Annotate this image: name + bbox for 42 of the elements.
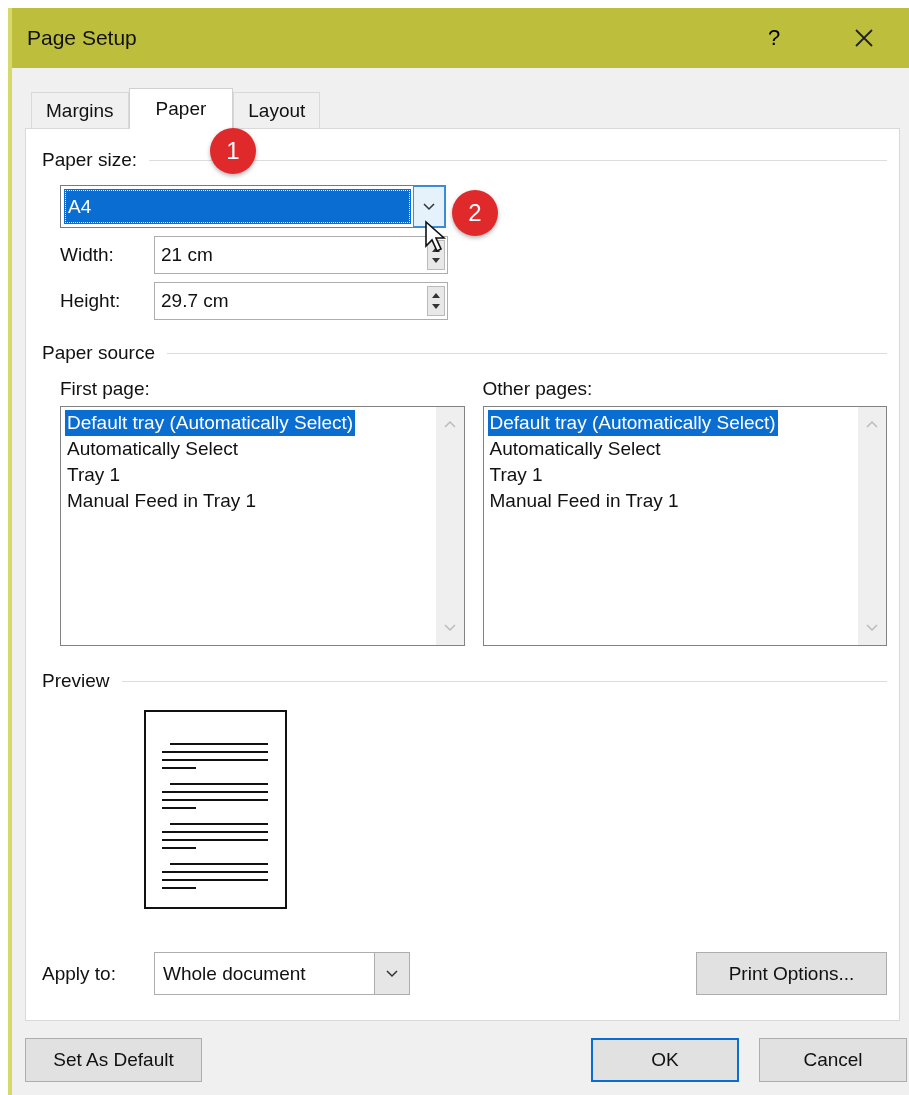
group-label: Paper source [42,342,155,364]
list-label: Other pages: [482,378,594,400]
dialog-button[interactable]: Cancel [759,1038,907,1082]
spin-field[interactable]: 29.7 cm [154,282,448,320]
list-item[interactable]: Manual Feed in Tray 1 [487,488,681,514]
group-label: Paper size: [42,149,138,171]
paper-size-dropdown[interactable]: A4 [60,185,446,228]
list-label: First page: [60,378,151,400]
chevron-down-icon [865,623,879,633]
list-box[interactable]: Default tray (Automatically Select) Automatically Select Tray 1 Manual Feed in Tray 1 [482,406,887,646]
tab[interactable]: Margins [31,92,129,128]
help-button[interactable]: ? [729,8,819,68]
tab[interactable]: Paper [128,88,234,129]
mouse-pointer-icon [424,220,448,254]
dialog-button[interactable]: OK [591,1038,739,1082]
list-item[interactable]: Default tray (Automatically Select) [65,410,356,436]
field-label: Apply to: [42,962,117,985]
close-icon [854,28,874,48]
apply-to-dropdown[interactable]: Whole document [154,952,410,995]
list-item[interactable]: Automatically Select [65,436,241,462]
spin-field[interactable]: 21 cm [154,236,448,274]
chevron-down-icon [422,201,436,212]
list-item[interactable]: Tray 1 [487,462,545,488]
scroll-bar[interactable] [858,407,886,645]
window-title: Page Setup [27,26,138,50]
chevron-down-icon [385,968,399,979]
field-label: Width: [60,244,115,266]
dialog-button[interactable]: Set As Default [25,1038,202,1082]
list-item[interactable]: Default tray (Automatically Select) [487,410,778,436]
chevron-down-icon [442,623,457,633]
list-item[interactable]: Tray 1 [65,462,123,488]
spinner-arrows-icon [427,286,445,316]
list-box[interactable]: Default tray (Automatically Select) Automatically Select Tray 1 Manual Feed in Tray 1 [60,406,465,646]
chevron-up-icon [442,419,457,429]
list-item[interactable]: Manual Feed in Tray 1 [65,488,259,514]
tab[interactable]: Layout [233,92,321,128]
scroll-bar[interactable] [435,407,464,645]
print-options-button[interactable]: Print Options... [696,952,887,995]
chevron-up-icon [865,419,879,429]
field-label: Height: [60,290,122,312]
group-label: Preview [42,670,110,692]
list-item[interactable]: Automatically Select [487,436,663,462]
